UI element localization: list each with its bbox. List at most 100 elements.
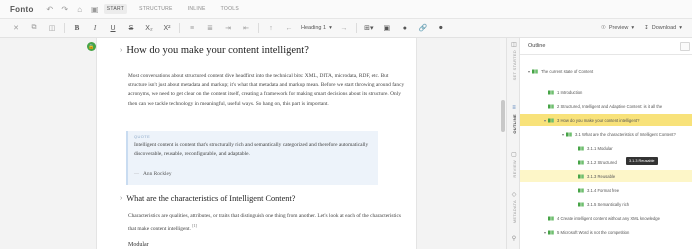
table-icon[interactable]: ⊞▾ — [363, 21, 375, 35]
tab-search[interactable]: ⚲ — [507, 234, 521, 242]
tab-label: OUTLINE — [511, 114, 517, 134]
heading-text: How do you make your content intelligent… — [126, 45, 309, 56]
outline-item-label: 3.1.1 Modular — [587, 145, 613, 151]
section-icon — [548, 104, 554, 109]
section-icon — [548, 216, 554, 221]
move-left-icon[interactable]: ← — [283, 21, 295, 35]
download-label: Download — [651, 25, 677, 31]
format-toolbar: ✕ ⧉ ◫ B I U S X₂ X² ≡ ≣ ⇥ ⇤ ↑ ← Heading … — [0, 19, 692, 38]
media-icon[interactable]: ● — [399, 21, 411, 35]
quote-author: Ann Rockley — [143, 171, 172, 177]
outline-item[interactable]: 4 Create intelligent content without any… — [520, 212, 692, 224]
download-icon: ↧ — [644, 25, 649, 31]
move-up-icon[interactable]: ↑ — [265, 21, 277, 35]
toolbar-divider — [258, 23, 259, 33]
cut-icon[interactable]: ✕ — [10, 21, 22, 35]
numbered-list-icon[interactable]: ≣ — [204, 21, 216, 35]
search-icon: ⚲ — [511, 235, 517, 242]
chevron-right-icon[interactable]: › — [120, 47, 122, 54]
tab-inline[interactable]: INLINE — [185, 4, 209, 14]
outline-item[interactable]: ▾ 3 How do you make your content intellig… — [520, 114, 692, 126]
quote-block[interactable]: QUOTE Intelligent content is content tha… — [126, 131, 378, 185]
outline-item[interactable]: ▾ 3.1 What are the characteristics of Int… — [520, 128, 692, 140]
outline-item[interactable]: 3.1.4 Format free — [520, 184, 692, 196]
preview-dropdown[interactable]: ☉ Preview ▾ — [601, 25, 634, 31]
section-icon — [578, 202, 584, 207]
list-icon: ≡ — [512, 105, 516, 111]
outline-item[interactable]: ▾ 5 Microsoft Word is not the competition — [520, 226, 692, 238]
tooltip: 3.1.3 Reusable — [626, 157, 658, 165]
outline-options-button[interactable] — [680, 42, 690, 51]
tab-metadata[interactable]: ◇ METADATA — [507, 190, 521, 224]
quote-text: Intelligent content is content that's st… — [134, 142, 369, 157]
outdent-icon[interactable]: ⇤ — [240, 21, 252, 35]
underline-button[interactable]: U — [107, 21, 119, 35]
heading-select[interactable]: Heading 1 ▾ — [301, 25, 332, 31]
image-icon[interactable]: ▣ — [381, 21, 393, 35]
book-icon: ◫ — [511, 41, 517, 48]
chevron-down-icon: ▾ — [679, 25, 682, 31]
paragraph-text: Characteristics are qualities, attribute… — [128, 213, 401, 232]
move-right-icon[interactable]: → — [338, 21, 350, 35]
outline-item[interactable]: ▾ The current state of Content — [520, 65, 692, 77]
outline-header: Outline — [520, 38, 692, 55]
section-heading[interactable]: › How do you make your content intellige… — [120, 45, 410, 56]
lock-icon[interactable]: 🔒 — [87, 42, 96, 51]
tab-get-started[interactable]: ◫ SET STARTED — [507, 40, 521, 81]
paragraph[interactable]: Most conversations about structured cont… — [128, 72, 408, 109]
redo-icon[interactable]: ↷ — [59, 3, 71, 15]
preview-label: Preview — [608, 25, 629, 31]
outline-item[interactable]: 3.1.1 Modular — [520, 142, 692, 154]
outline-item-label: 3.1.5 Semantically rich — [587, 201, 630, 207]
footnote-ref[interactable]: [1] — [192, 223, 197, 228]
paste-icon[interactable]: ◫ — [46, 21, 58, 35]
section-icon — [548, 118, 554, 123]
tab-review[interactable]: ▢ REVIEW — [507, 150, 521, 178]
outline-item[interactable]: 3.1.5 Semantically rich — [520, 198, 692, 210]
tab-tools[interactable]: TOOLS — [218, 4, 242, 14]
tab-structure[interactable]: STRUCTURE — [136, 4, 176, 14]
undo-icon[interactable]: ↶ — [44, 3, 56, 15]
bullet-list-icon[interactable]: ≡ — [186, 21, 198, 35]
link-icon[interactable]: 🔗 — [417, 21, 429, 35]
section-icon — [532, 69, 538, 74]
strikethrough-button[interactable]: S — [125, 21, 137, 35]
copy-icon[interactable]: ⧉ — [28, 21, 40, 35]
comment-icon[interactable]: ⚫ — [435, 21, 447, 35]
comment-icon: ▢ — [511, 151, 517, 158]
tab-outline[interactable]: ≡ OUTLINE — [507, 104, 521, 134]
outline-item[interactable]: 1 Introduction — [520, 86, 692, 98]
tag-icon: ◇ — [511, 191, 517, 198]
tab-label: REVIEW — [511, 160, 517, 178]
app-logo: Fonto — [10, 4, 34, 14]
tab-label: METADATA — [511, 200, 517, 224]
toolbar-divider — [355, 23, 357, 33]
subsubsection-heading[interactable]: Modular — [128, 242, 149, 248]
chevron-right-icon[interactable]: › — [120, 195, 122, 202]
bold-button[interactable]: B — [71, 21, 83, 35]
section-icon — [566, 132, 572, 137]
subsection-heading[interactable]: › What are the characteristics of Intell… — [120, 194, 410, 203]
outline-item-label: 3 How do you make your content intellige… — [557, 117, 640, 123]
chevron-down-icon: ▾ — [329, 25, 332, 31]
sidebar-tabs: ◫ SET STARTED ≡ OUTLINE ▢ REVIEW ◇ METAD… — [506, 38, 520, 249]
indent-icon[interactable]: ⇥ — [222, 21, 234, 35]
quote-label: QUOTE — [134, 134, 151, 139]
heading-select-value: Heading 1 — [301, 25, 327, 31]
home-icon[interactable]: ⌂ — [74, 3, 86, 15]
scrollbar-thumb[interactable] — [501, 100, 505, 132]
superscript-button[interactable]: X² — [161, 21, 173, 35]
outline-panel: Outline ▾ The current state of Content 1 I… — [520, 38, 692, 249]
download-dropdown[interactable]: ↧ Download ▾ — [644, 25, 682, 31]
outline-item[interactable]: 2 Structured, Intelligent and Adaptive C… — [520, 100, 692, 112]
italic-button[interactable]: I — [89, 21, 101, 35]
outline-item[interactable]: 3.1.3 Reusable — [520, 170, 692, 182]
outline-item[interactable]: 3.1.2 Structured — [520, 156, 692, 168]
paragraph[interactable]: Characteristics are qualities, attribute… — [128, 212, 408, 234]
outline-item-label: 3.1.3 Reusable — [587, 173, 616, 179]
section-icon — [578, 188, 584, 193]
tab-start[interactable]: START — [103, 4, 128, 14]
outline-item-label: 4 Create intelligent content without any… — [557, 215, 660, 221]
save-icon[interactable]: ▣ — [89, 3, 101, 15]
subscript-button[interactable]: X₂ — [143, 21, 155, 35]
